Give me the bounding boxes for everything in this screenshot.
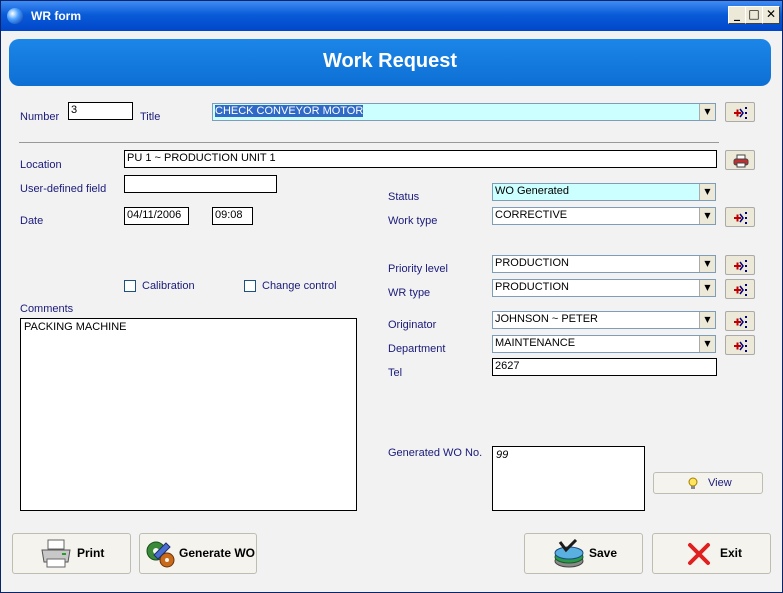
chevron-down-icon[interactable]: ▼ bbox=[699, 256, 715, 272]
list-picker-icon bbox=[734, 316, 747, 328]
generated-wo-label: Generated WO No. bbox=[388, 447, 483, 459]
generate-wo-button[interactable]: Generate WO bbox=[139, 533, 257, 574]
date-field[interactable]: 04/11/2006 bbox=[124, 207, 189, 225]
originator-value: JOHNSON ~ PETER bbox=[495, 313, 598, 325]
comments-textarea[interactable]: PACKING MACHINE bbox=[20, 318, 357, 511]
priority-value: PRODUCTION bbox=[495, 257, 569, 269]
department-value: MAINTENANCE bbox=[495, 337, 576, 349]
title-label: Title bbox=[140, 111, 161, 123]
view-button-label: View bbox=[708, 477, 732, 489]
window-title: WR form bbox=[31, 9, 81, 23]
list-picker-icon bbox=[734, 107, 747, 119]
wr-type-combo[interactable]: PRODUCTION ▼ bbox=[492, 279, 716, 297]
generated-wo-list[interactable]: 99 bbox=[492, 446, 645, 511]
page-title: Work Request bbox=[322, 50, 458, 72]
chevron-down-icon[interactable]: ▼ bbox=[699, 208, 715, 224]
list-picker-icon bbox=[734, 212, 747, 224]
status-value: WO Generated bbox=[495, 185, 569, 197]
user-field-label: User-defined field bbox=[20, 183, 107, 195]
wr-form-window: WR form _ □ ✕ Work Request Number 3 Titl… bbox=[0, 0, 783, 593]
chevron-down-icon[interactable]: ▼ bbox=[699, 312, 715, 328]
work-type-label: Work type bbox=[388, 215, 438, 227]
minimize-button[interactable]: _ bbox=[728, 6, 746, 24]
status-label: Status bbox=[388, 191, 420, 203]
department-label: Department bbox=[388, 343, 446, 355]
calibration-label: Calibration bbox=[142, 280, 195, 292]
list-picker-icon bbox=[734, 284, 747, 296]
work-type-combo[interactable]: CORRECTIVE ▼ bbox=[492, 207, 716, 225]
wr-type-label: WR type bbox=[388, 287, 431, 299]
lightbulb-icon bbox=[688, 477, 698, 489]
wr-type-picker-button[interactable] bbox=[725, 279, 755, 299]
status-combo[interactable]: WO Generated ▼ bbox=[492, 183, 716, 201]
list-picker-icon bbox=[734, 340, 747, 352]
location-lookup-button[interactable] bbox=[725, 150, 755, 170]
title-combo[interactable]: CHECK CONVEYOR MOTOR ▼ bbox=[212, 103, 716, 121]
tel-field[interactable]: 2627 bbox=[492, 358, 717, 376]
originator-picker-button[interactable] bbox=[725, 311, 755, 331]
save-button[interactable]: Save bbox=[524, 533, 643, 574]
department-combo[interactable]: MAINTENANCE ▼ bbox=[492, 335, 716, 353]
tel-label: Tel bbox=[388, 367, 403, 379]
title-value: CHECK CONVEYOR MOTOR bbox=[215, 105, 364, 117]
printer-icon bbox=[733, 154, 749, 168]
separator-line bbox=[19, 142, 719, 143]
priority-picker-button[interactable] bbox=[725, 255, 755, 275]
gears-icon bbox=[146, 541, 175, 568]
chevron-down-icon[interactable]: ▼ bbox=[699, 336, 715, 352]
generate-wo-button-label: Generate WO bbox=[179, 546, 256, 560]
chevron-down-icon[interactable]: ▼ bbox=[699, 184, 715, 200]
user-defined-field[interactable] bbox=[124, 175, 277, 193]
exit-button[interactable]: Exit bbox=[652, 533, 771, 574]
change-control-label: Change control bbox=[262, 280, 337, 292]
wr-type-value: PRODUCTION bbox=[495, 281, 569, 293]
priority-combo[interactable]: PRODUCTION ▼ bbox=[492, 255, 716, 273]
priority-label: Priority level bbox=[388, 263, 448, 275]
save-disk-icon bbox=[554, 539, 584, 568]
work-type-value: CORRECTIVE bbox=[495, 209, 568, 221]
date-label: Date bbox=[20, 215, 44, 227]
maximize-button[interactable]: □ bbox=[745, 6, 763, 24]
originator-label: Originator bbox=[388, 319, 437, 331]
close-button[interactable]: ✕ bbox=[762, 6, 780, 24]
print-button-label: Print bbox=[77, 546, 105, 560]
list-picker-icon bbox=[734, 260, 747, 272]
view-button[interactable]: View bbox=[653, 472, 763, 494]
comments-label: Comments bbox=[20, 303, 74, 315]
print-button[interactable]: Print bbox=[12, 533, 131, 574]
number-field[interactable]: 3 bbox=[68, 102, 133, 120]
number-label: Number bbox=[20, 111, 60, 123]
time-field[interactable]: 09:08 bbox=[212, 207, 253, 225]
location-field[interactable]: PU 1 ~ PRODUCTION UNIT 1 bbox=[124, 150, 717, 168]
work-type-picker-button[interactable] bbox=[725, 207, 755, 227]
save-button-label: Save bbox=[589, 546, 618, 560]
printer-icon bbox=[41, 539, 71, 568]
title-bar[interactable]: WR form _ □ ✕ bbox=[1, 1, 782, 31]
exit-button-label: Exit bbox=[720, 546, 743, 560]
department-picker-button[interactable] bbox=[725, 335, 755, 355]
title-picker-button[interactable] bbox=[725, 102, 755, 122]
red-x-icon bbox=[688, 543, 710, 565]
change-control-checkbox[interactable] bbox=[244, 280, 256, 292]
chevron-down-icon[interactable]: ▼ bbox=[699, 280, 715, 296]
header-banner: Work Request bbox=[9, 39, 771, 86]
originator-combo[interactable]: JOHNSON ~ PETER ▼ bbox=[492, 311, 716, 329]
app-icon bbox=[7, 8, 23, 24]
calibration-checkbox[interactable] bbox=[124, 280, 136, 292]
location-label: Location bbox=[20, 159, 62, 171]
chevron-down-icon[interactable]: ▼ bbox=[699, 104, 715, 120]
